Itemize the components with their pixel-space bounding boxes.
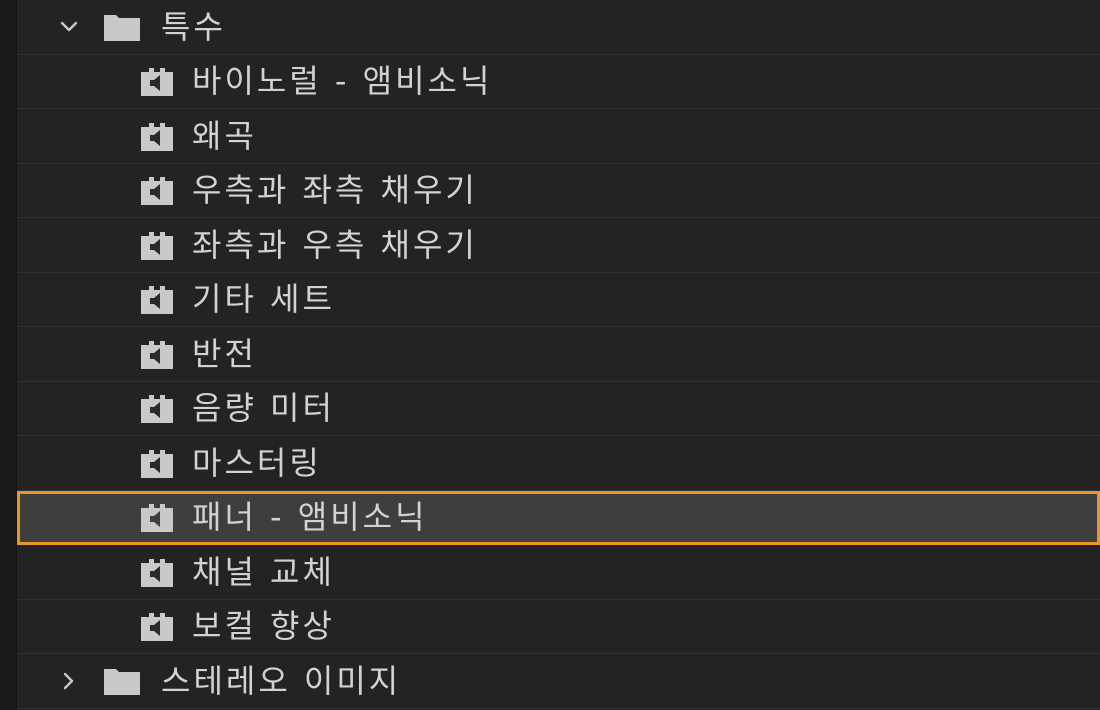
effect-label: 보컬 향상 [192, 607, 335, 646]
folder-row-stereo-image[interactable]: 스테레오 이미지 [17, 654, 1100, 709]
effect-item-vocal-enhancer[interactable]: 보컬 향상 [17, 599, 1100, 654]
effect-label: 좌측과 우측 채우기 [192, 225, 478, 264]
effect-label: 음량 미터 [192, 389, 335, 428]
effect-label: 바이노럴 - 앰비소닉 [192, 62, 493, 101]
effect-item-panner-ambisonics[interactable]: 패너 - 앰비소닉 [17, 490, 1100, 545]
folder-row-special[interactable]: 특수 [17, 0, 1100, 55]
effect-label: 패너 - 앰비소닉 [192, 498, 428, 537]
panel-left-edge [0, 0, 17, 710]
effects-panel: 특수 바이노럴 - 앰비소닉 왜곡 우측과 좌측 채우기 좌측과 우측 채우기 [0, 0, 1100, 710]
effect-label: 마스터링 [192, 443, 322, 482]
effect-label: 기타 세트 [192, 280, 335, 319]
audio-effect-icon [140, 503, 174, 533]
effect-item-swap-channels[interactable]: 채널 교체 [17, 545, 1100, 600]
effect-label: 왜곡 [192, 116, 257, 155]
audio-effect-icon [140, 449, 174, 478]
folder-label: 특수 [161, 7, 226, 46]
audio-effect-icon [140, 394, 174, 424]
effect-item-binaural-ambisonics[interactable]: 바이노럴 - 앰비소닉 [17, 54, 1100, 109]
effect-item-invert[interactable]: 반전 [17, 327, 1100, 382]
effect-item-distortion[interactable]: 왜곡 [17, 109, 1100, 164]
folder-icon [103, 12, 141, 42]
effect-item-loudness-meter[interactable]: 음량 미터 [17, 381, 1100, 436]
chevron-right-icon[interactable] [57, 669, 81, 693]
audio-effect-icon [140, 122, 174, 151]
effect-item-fill-left-with-right[interactable]: 좌측과 우측 채우기 [17, 218, 1100, 273]
folder-icon [103, 666, 141, 696]
effects-tree: 특수 바이노럴 - 앰비소닉 왜곡 우측과 좌측 채우기 좌측과 우측 채우기 [17, 0, 1100, 709]
effect-label: 반전 [192, 334, 257, 373]
audio-effect-icon [140, 176, 174, 206]
effect-item-fill-right-with-left[interactable]: 우측과 좌측 채우기 [17, 163, 1100, 218]
effect-item-guitar-suite[interactable]: 기타 세트 [17, 272, 1100, 327]
audio-effect-icon [140, 67, 174, 97]
chevron-down-icon[interactable] [57, 15, 81, 39]
folder-label: 스테레오 이미지 [161, 661, 402, 700]
audio-effect-icon [140, 612, 174, 642]
audio-effect-icon [140, 558, 174, 587]
audio-effect-icon [140, 231, 174, 260]
effect-label: 우측과 좌측 채우기 [192, 171, 478, 210]
audio-effect-icon [140, 285, 174, 315]
effect-item-mastering[interactable]: 마스터링 [17, 436, 1100, 491]
effect-label: 채널 교체 [192, 552, 335, 591]
audio-effect-icon [140, 340, 174, 369]
